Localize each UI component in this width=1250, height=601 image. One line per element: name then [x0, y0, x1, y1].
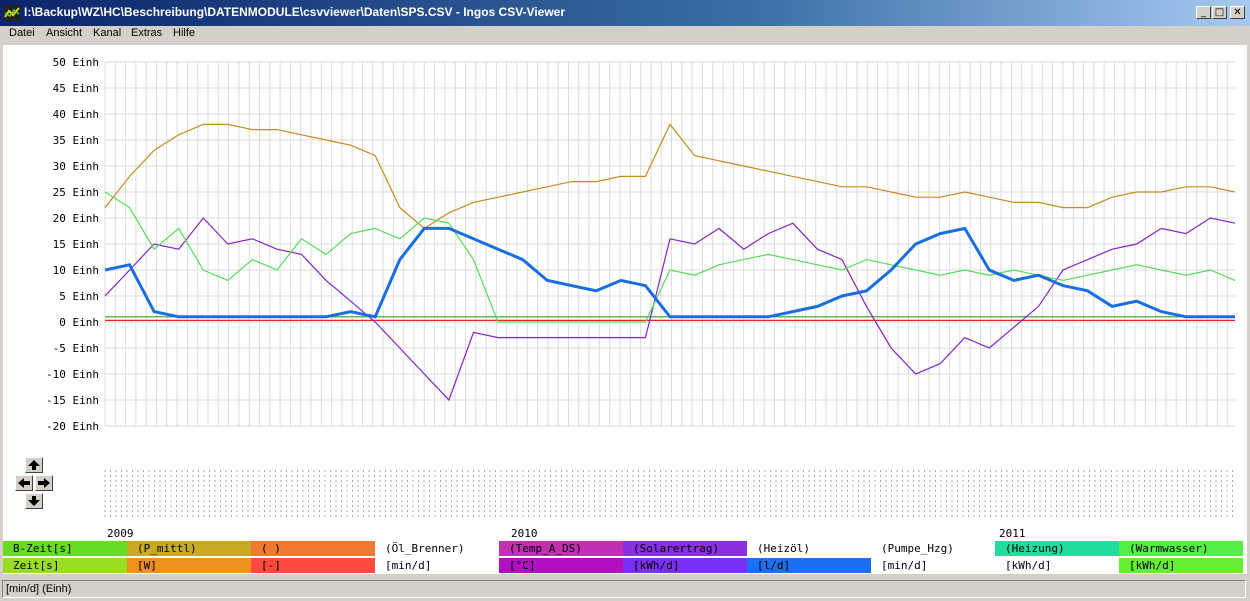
legend-name-1[interactable]: (P_mittl) — [127, 541, 251, 556]
legend-unit-8[interactable]: [kWh/d] — [995, 558, 1119, 573]
series-line-1 — [104, 191, 1236, 323]
legend-unit-4[interactable]: [°C] — [499, 558, 623, 573]
legend-name-4[interactable]: (Temp_A_DS) — [499, 541, 623, 556]
chart-grid — [104, 61, 1235, 427]
series-line-2 — [104, 217, 1236, 402]
y-tick-label: 5 Einh — [59, 290, 99, 303]
legend-name-8[interactable]: (Heizung) — [995, 541, 1119, 556]
x-axis-ticks — [104, 470, 1233, 518]
scroll-left-button[interactable] — [15, 475, 33, 491]
arrow-right-icon — [38, 478, 50, 488]
scroll-up-button[interactable] — [25, 457, 43, 473]
arrow-left-icon — [18, 478, 30, 488]
y-tick-label: 0 Einh — [59, 316, 99, 329]
close-button[interactable]: ✕ — [1230, 6, 1245, 19]
scroll-right-button[interactable] — [35, 475, 53, 491]
legend-unit-0[interactable]: Zeit[s] — [3, 558, 127, 573]
legend-unit-9[interactable]: [kWh/d] — [1119, 558, 1243, 573]
minimize-button[interactable]: _ — [1196, 6, 1211, 19]
channel-legend: B-Zeit[s] (P_mittl)( ) (Öl_Brenner) (Temp_A… — [3, 541, 1247, 574]
legend-unit-5[interactable]: [kWh/d] — [623, 558, 747, 573]
legend-unit-6[interactable]: [l/d] — [747, 558, 871, 573]
chart-canvas[interactable]: 50 Einh 45 Einh 40 Einh 35 Einh 30 Einh 25 Ei… — [3, 45, 1247, 574]
menu-extras[interactable]: Extras — [131, 27, 162, 39]
year-label-2011: 2011 — [999, 527, 1026, 540]
status-text: [min/d] (Einh) — [2, 580, 1246, 598]
legend-unit-1[interactable]: [W] — [127, 558, 251, 573]
y-tick-label: 40 Einh — [53, 108, 99, 121]
year-label-2009: 2009 — [107, 527, 134, 540]
title-bar: I:\Backup\WZ\HC\Beschreibung\DATENMODULE… — [0, 0, 1250, 26]
y-tick-label: 50 Einh — [53, 56, 99, 69]
y-tick-label: -5 Einh — [53, 342, 99, 355]
legend-unit-7[interactable]: [min/d] — [871, 558, 995, 573]
maximize-button[interactable]: □ — [1212, 6, 1227, 19]
y-tick-label: 25 Einh — [53, 186, 99, 199]
menu-bar: Datei Ansicht Kanal Extras Hilfe — [0, 26, 1250, 43]
legend-name-5[interactable]: (Solarertrag) — [623, 541, 747, 556]
y-tick-label: 45 Einh — [53, 82, 99, 95]
menu-hilfe[interactable]: Hilfe — [173, 27, 195, 39]
y-tick-label: 30 Einh — [53, 160, 99, 173]
legend-name-9[interactable]: (Warmwasser) — [1119, 541, 1243, 556]
menu-ansicht[interactable]: Ansicht — [46, 27, 82, 39]
status-bar: [min/d] (Einh) — [0, 577, 1250, 601]
series-line-3 — [104, 226, 1235, 319]
legend-unit-3[interactable]: [min/d] — [375, 558, 499, 573]
y-tick-label: 35 Einh — [53, 134, 99, 147]
scroll-down-button[interactable] — [25, 493, 43, 509]
legend-name-6[interactable]: (Heizöl) — [747, 541, 871, 556]
menu-datei[interactable]: Datei — [9, 27, 35, 39]
menu-kanal[interactable]: Kanal — [93, 27, 121, 39]
arrow-up-icon — [28, 460, 40, 470]
y-tick-label: 10 Einh — [53, 264, 99, 277]
year-label-2010: 2010 — [511, 527, 538, 540]
y-tick-label: -20 Einh — [46, 420, 99, 433]
legend-name-7[interactable]: (Pumpe_Hzg) — [871, 541, 995, 556]
arrow-down-icon — [28, 496, 40, 506]
legend-name-2[interactable]: ( ) — [251, 541, 375, 556]
y-tick-label: -15 Einh — [46, 394, 99, 407]
legend-name-3[interactable]: (Öl_Brenner) — [375, 541, 499, 556]
app-chart-icon — [4, 5, 20, 21]
legend-unit-2[interactable]: [-] — [251, 558, 375, 573]
window-title: I:\Backup\WZ\HC\Beschreibung\DATENMODULE… — [24, 5, 566, 19]
y-tick-label: -10 Einh — [46, 368, 99, 381]
y-tick-label: 15 Einh — [53, 238, 99, 251]
y-axis-labels: 50 Einh 45 Einh 40 Einh 35 Einh 30 Einh 25 Ei… — [46, 56, 99, 433]
legend-name-0[interactable]: B-Zeit[s] — [3, 541, 127, 556]
y-tick-label: 20 Einh — [53, 212, 99, 225]
line-chart: 50 Einh 45 Einh 40 Einh 35 Einh 30 Einh 25 Ei… — [46, 56, 1236, 518]
